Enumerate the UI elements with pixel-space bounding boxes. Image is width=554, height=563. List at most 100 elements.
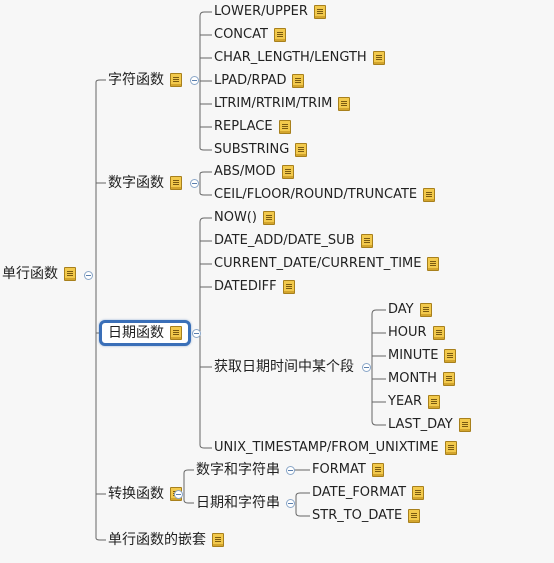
category-nested[interactable]: 单行函数的嵌套: [108, 532, 224, 548]
func-label: LAST_DAY: [388, 417, 453, 432]
date-part-item[interactable]: MONTH: [388, 371, 455, 387]
func-label: CURRENT_DATE/CURRENT_TIME: [214, 256, 422, 271]
func-label: UNIX_TIMESTAMP/FROM_UNIXTIME: [214, 440, 439, 455]
note-icon: [412, 486, 425, 500]
func-node[interactable]: SUBSTRING: [214, 142, 308, 158]
root-node[interactable]: 单行函数: [2, 266, 76, 282]
category-number-label: 数字函数: [108, 175, 164, 191]
note-icon: [262, 211, 275, 225]
func-node[interactable]: CONCAT: [214, 27, 286, 43]
collapse-toggle[interactable]: [190, 76, 199, 85]
func-node[interactable]: DATE_FORMAT: [312, 485, 425, 501]
note-icon: [442, 372, 455, 386]
note-icon: [427, 257, 440, 271]
note-icon: [295, 143, 308, 157]
category-string[interactable]: 字符函数: [108, 72, 182, 88]
func-label: LTRIM/RTRIM/TRIM: [214, 96, 333, 111]
note-icon: [444, 441, 457, 455]
collapse-toggle[interactable]: [190, 179, 199, 188]
category-convert-label: 转换函数: [108, 486, 164, 502]
date-part-item[interactable]: LAST_DAY: [388, 417, 471, 433]
note-icon: [170, 176, 182, 190]
date-part-item[interactable]: YEAR: [388, 394, 441, 410]
func-label: CHAR_LENGTH/LENGTH: [214, 50, 367, 65]
date-part-item[interactable]: MINUTE: [388, 348, 457, 364]
root-label: 单行函数: [2, 266, 58, 282]
func-label: DATE_ADD/DATE_SUB: [214, 233, 355, 248]
func-label: DAY: [388, 302, 414, 317]
func-label: MONTH: [388, 371, 437, 386]
note-icon: [360, 234, 373, 248]
func-label: DATEDIFF: [214, 279, 277, 294]
note-icon: [458, 418, 471, 432]
func-node[interactable]: CHAR_LENGTH/LENGTH: [214, 50, 385, 66]
note-icon: [281, 165, 294, 179]
func-label: NOW(): [214, 210, 257, 225]
note-icon: [372, 51, 385, 65]
category-nested-label: 单行函数的嵌套: [108, 532, 206, 548]
note-icon: [423, 188, 436, 202]
note-icon: [278, 120, 291, 134]
note-icon: [444, 349, 457, 363]
func-label: YEAR: [388, 394, 423, 409]
date-part-node[interactable]: 获取日期时间中某个段: [214, 359, 354, 375]
func-label: HOUR: [388, 325, 427, 340]
note-icon: [408, 509, 421, 523]
note-icon: [64, 267, 76, 281]
mind-map: 单行函数 字符函数 数字函数 日期函数 转换函数 单行函数的嵌套 LOWER/U…: [0, 0, 554, 563]
note-icon: [432, 326, 445, 340]
note-icon: [212, 533, 224, 547]
note-icon: [419, 303, 432, 317]
note-icon: [428, 395, 441, 409]
convert-date-str[interactable]: 日期和字符串: [196, 495, 280, 511]
func-label: SUBSTRING: [214, 142, 290, 157]
note-icon: [273, 28, 286, 42]
date-part-label: 获取日期时间中某个段: [214, 359, 354, 375]
func-label: ABS/MOD: [214, 164, 276, 179]
note-icon: [338, 97, 351, 111]
category-string-label: 字符函数: [108, 72, 164, 88]
convert-num-str[interactable]: 数字和字符串: [196, 462, 280, 478]
convert-date-str-label: 日期和字符串: [196, 495, 280, 511]
func-node[interactable]: REPLACE: [214, 119, 291, 135]
func-label: STR_TO_DATE: [312, 508, 403, 523]
collapse-toggle[interactable]: [84, 271, 93, 280]
func-node[interactable]: ABS/MOD: [214, 164, 294, 180]
note-icon: [170, 73, 182, 87]
func-node[interactable]: FORMAT: [312, 462, 384, 478]
collapse-toggle[interactable]: [362, 363, 371, 372]
func-label: LOWER/UPPER: [214, 4, 308, 19]
func-label: CEIL/FLOOR/ROUND/TRUNCATE: [214, 187, 418, 202]
func-node[interactable]: NOW(): [214, 210, 275, 226]
func-node[interactable]: STR_TO_DATE: [312, 508, 421, 524]
note-icon: [282, 280, 295, 294]
func-node[interactable]: CURRENT_DATE/CURRENT_TIME: [214, 256, 440, 272]
note-icon: [313, 5, 326, 19]
collapse-toggle[interactable]: [192, 329, 201, 338]
func-node[interactable]: LTRIM/RTRIM/TRIM: [214, 96, 351, 112]
category-date-label: 日期函数: [108, 325, 164, 341]
note-icon: [292, 74, 305, 88]
func-node[interactable]: DATE_ADD/DATE_SUB: [214, 233, 373, 249]
collapse-toggle[interactable]: [286, 466, 295, 475]
func-node[interactable]: DATEDIFF: [214, 279, 295, 295]
date-part-item[interactable]: HOUR: [388, 325, 445, 341]
func-label: FORMAT: [312, 462, 366, 477]
func-label: DATE_FORMAT: [312, 485, 407, 500]
note-icon: [371, 463, 384, 477]
note-icon: [170, 326, 182, 340]
func-node[interactable]: LPAD/RPAD: [214, 73, 305, 89]
category-date[interactable]: 日期函数: [99, 320, 191, 346]
category-number[interactable]: 数字函数: [108, 175, 182, 191]
category-convert[interactable]: 转换函数: [108, 486, 182, 502]
func-node[interactable]: UNIX_TIMESTAMP/FROM_UNIXTIME: [214, 440, 457, 456]
date-part-item[interactable]: DAY: [388, 302, 432, 318]
func-node[interactable]: CEIL/FLOOR/ROUND/TRUNCATE: [214, 187, 436, 203]
func-label: MINUTE: [388, 348, 439, 363]
func-node[interactable]: LOWER/UPPER: [214, 4, 326, 20]
collapse-toggle[interactable]: [286, 499, 295, 508]
func-label: REPLACE: [214, 119, 273, 134]
func-label: LPAD/RPAD: [214, 73, 287, 88]
convert-num-str-label: 数字和字符串: [196, 462, 280, 478]
collapse-toggle[interactable]: [174, 490, 183, 499]
